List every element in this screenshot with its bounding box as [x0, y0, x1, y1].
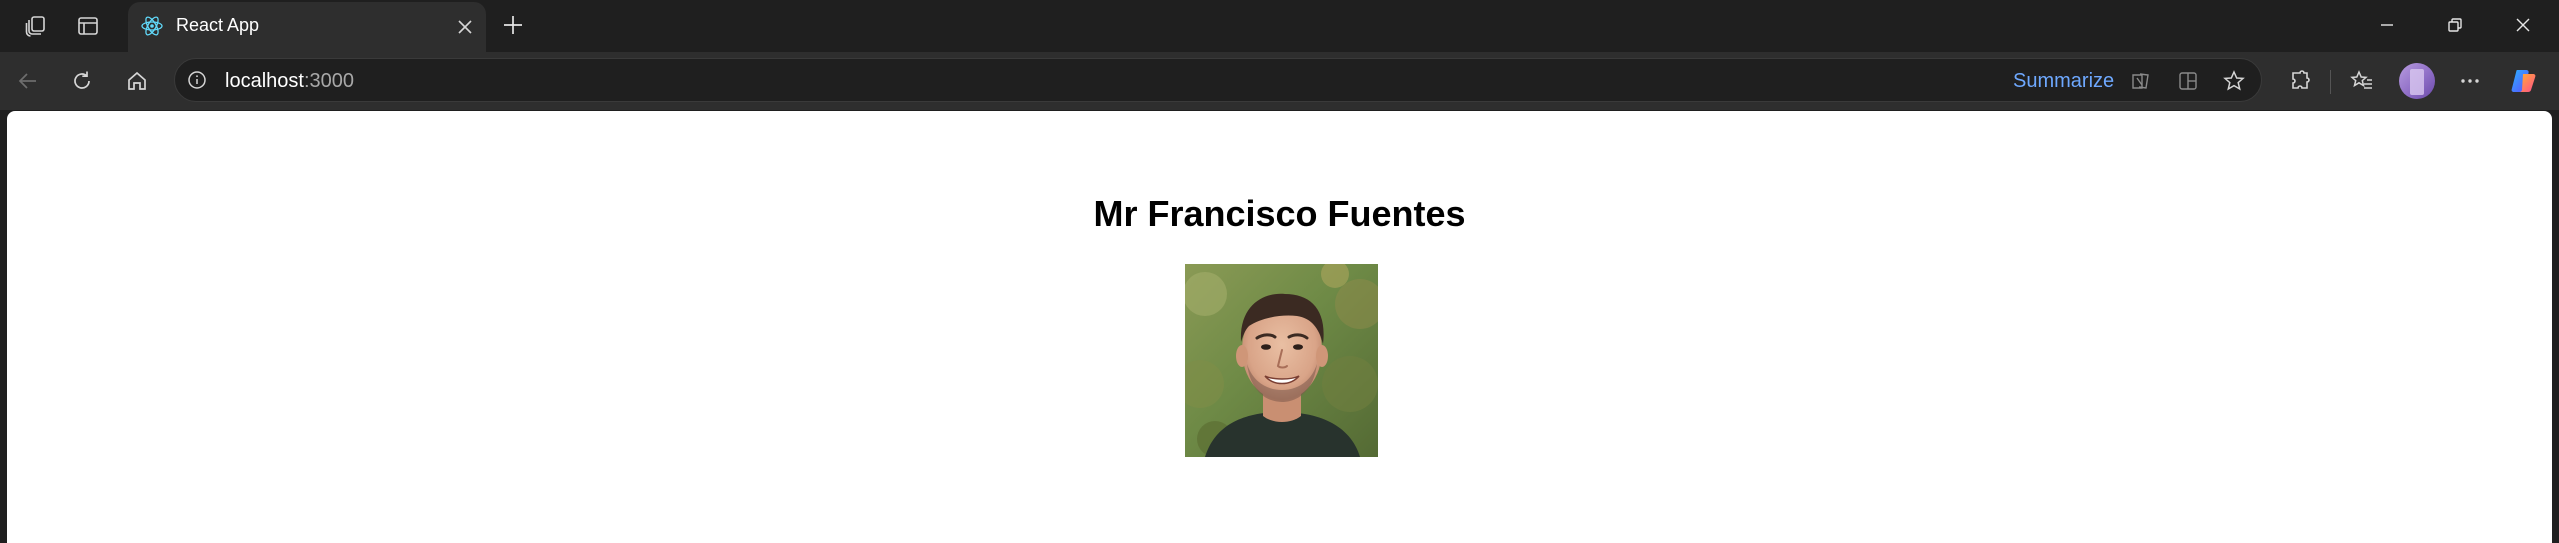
close-icon[interactable] — [452, 14, 478, 40]
browser-toolbar: localhost:3000 Summarize — [0, 52, 2559, 110]
page-viewport: Mr Francisco Fuentes — [7, 111, 2552, 543]
restore-icon[interactable] — [2421, 0, 2489, 50]
close-window-icon[interactable] — [2489, 0, 2557, 50]
react-logo-icon — [138, 12, 166, 40]
favorites-icon[interactable] — [2344, 63, 2380, 99]
more-icon[interactable] — [2452, 63, 2488, 99]
url-text[interactable]: localhost:3000 — [225, 70, 354, 93]
page-title: Mr Francisco Fuentes — [1093, 193, 1466, 234]
profile-photo — [1185, 264, 1378, 457]
tab-bar: React App — [0, 0, 2559, 52]
tab-title: React App — [176, 15, 260, 35]
minimize-icon[interactable] — [2353, 0, 2421, 50]
split-screen-icon[interactable] — [2174, 67, 2202, 95]
summarize-button[interactable]: Summarize — [2013, 70, 2114, 93]
home-icon[interactable] — [119, 63, 155, 99]
workspaces-icon[interactable] — [20, 10, 52, 42]
address-bar[interactable]: localhost:3000 Summarize — [174, 58, 2262, 102]
avatar[interactable] — [2399, 63, 2435, 99]
refresh-icon[interactable] — [64, 63, 100, 99]
puzzle-icon[interactable] — [2282, 63, 2318, 99]
url-port: :3000 — [303, 70, 354, 92]
info-icon[interactable] — [185, 68, 209, 92]
plus-icon[interactable] — [496, 8, 530, 42]
back-arrow-icon[interactable] — [10, 63, 46, 99]
star-icon[interactable] — [2220, 67, 2248, 95]
toolbar-divider — [2330, 70, 2331, 94]
browser-window: React App localhost:3000 Summarize Mr Fr… — [0, 0, 2559, 543]
tab-react-app[interactable]: React App — [128, 2, 486, 52]
url-host: localhost — [225, 70, 304, 92]
immersive-reader-icon[interactable] — [2127, 67, 2155, 95]
copilot-icon[interactable] — [2506, 63, 2542, 99]
tab-actions-icon[interactable] — [72, 10, 104, 42]
